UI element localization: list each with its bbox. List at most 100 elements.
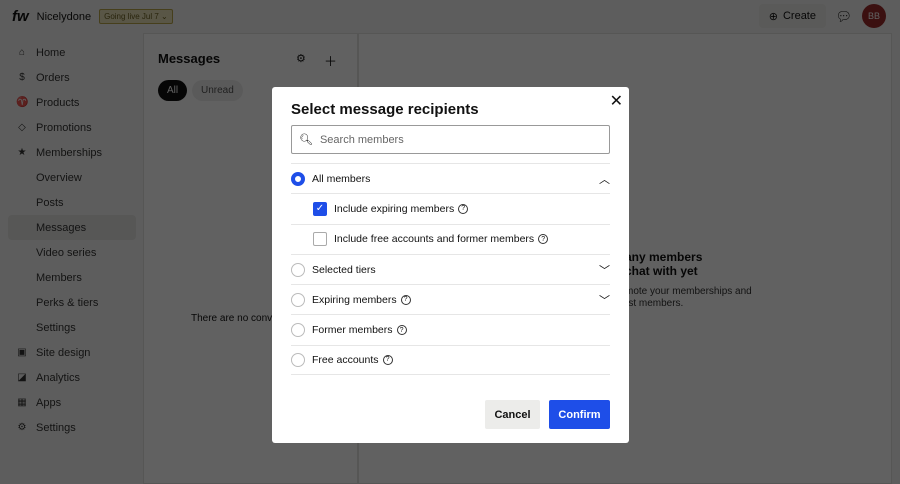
sidebar-item-label: Messages [36,221,87,234]
option-expiring[interactable]: Expiring members? ﹀ [291,284,610,314]
radio[interactable] [291,352,305,367]
launch-badge[interactable]: Going live Jul 7 ⌄ [99,9,173,24]
radio[interactable] [291,262,305,277]
nav-icon: ◇ [18,122,26,133]
dialog-title: Select message recipients [291,101,479,118]
sidebar-item-analytics[interactable]: ◪ Analytics [8,365,136,390]
option-label: Include expiring members [334,202,455,215]
sidebar-item-label: Perks & tiers [36,296,99,309]
sidebar-item-label: Home [36,46,66,59]
sidebar-item-members[interactable]: Members [8,265,136,290]
chevron-up-icon[interactable]: ︿ [599,171,610,187]
chat-icon[interactable]: 💬︎ [835,9,852,25]
cancel-button[interactable]: Cancel [485,400,540,429]
checkbox-checked[interactable]: ✓ [313,201,327,216]
sidebar-item-home[interactable]: ⌂ Home [8,40,136,65]
empty-text: There are no conve [191,313,278,324]
page-title: Messages [158,51,221,66]
radio[interactable] [291,292,305,307]
sidebar-item-site-design[interactable]: ▣ Site design [8,340,136,365]
sidebar-item-promotions[interactable]: ◇ Promotions [8,115,136,140]
sidebar-item-orders[interactable]: $ Orders [8,65,136,90]
empty-title-line: chat with yet [625,264,698,278]
empty-subtitle-line: mote your memberships and [625,286,752,297]
sidebar-item-label: Video series [36,246,97,259]
option-former[interactable]: Former members? [291,314,610,344]
sidebar-item-label: Promotions [36,121,92,134]
sidebar-item-messages[interactable]: Messages [8,215,136,240]
empty-title: any members chat with yet [625,250,702,278]
sidebar-item-label: Members [36,271,82,284]
confirm-button[interactable]: Confirm [549,400,610,429]
search-icon: 🔍︎ [299,134,313,146]
sidebar-item-label: Products [36,96,80,109]
nav-icon: ♈ [16,97,29,108]
sidebar-item-label: Analytics [36,371,81,384]
sidebar-item-label: Apps [36,396,62,409]
sidebar-item-settings[interactable]: Settings [8,315,136,340]
checkbox[interactable] [313,232,327,247]
radio-selected[interactable] [291,171,305,186]
sidebar-item-apps[interactable]: ▦ Apps [8,390,136,415]
close-icon[interactable]: ✕ [610,91,623,111]
sidebar-item-label: Orders [36,71,70,84]
sidebar-item-overview[interactable]: Overview [8,165,136,190]
nav-icon: ▦ [17,397,27,408]
option-label: Selected tiers [312,263,376,276]
sidebar-item-video-series[interactable]: Video series [8,240,136,265]
nav-icon: ★ [17,147,27,158]
avatar[interactable]: BB [862,4,886,28]
plus-icon[interactable]: ＋ [324,51,337,70]
help-icon[interactable]: ? [458,203,469,214]
sidebar-item-settings[interactable]: ⚙ Settings [8,415,136,440]
create-label: Create [782,10,816,22]
sidebar-item-label: Overview [36,171,82,184]
search-input[interactable] [319,133,609,146]
option-include-expiring[interactable]: ✓ Include expiring members? [291,193,610,223]
sidebar: ⌂ Home $ Orders ♈ Products ◇ Promotions ★ Members… [8,40,136,440]
sidebar-item-label: Site design [36,346,91,359]
help-icon[interactable]: ? [382,354,393,365]
gear-icon[interactable]: ⚙ [296,52,306,65]
option-free[interactable]: Free accounts? [291,344,610,376]
help-icon[interactable]: ? [400,294,411,305]
sidebar-item-perks-tiers[interactable]: Perks & tiers [8,290,136,315]
sidebar-item-label: Settings [36,321,76,334]
radio[interactable] [291,323,305,338]
create-button[interactable]: ⊕ Create [758,4,826,28]
chevron-down-icon[interactable]: ﹀ [599,292,610,308]
sidebar-item-label: Memberships [36,146,103,159]
tab-unread[interactable]: Unread [192,80,243,101]
top-bar: fw Nicelydone Going live Jul 7 ⌄ ⊕ Create… [0,0,900,33]
option-label: All members [312,172,371,185]
chevron-down-icon[interactable]: ﹀ [599,262,610,278]
sidebar-item-label: Settings [36,421,76,434]
tab-all[interactable]: All [158,80,188,101]
nav-icon: ▣ [17,347,27,358]
search-field[interactable]: 🔍︎ [291,125,610,154]
sidebar-item-posts[interactable]: Posts [8,190,136,215]
nav-icon: ⚙ [17,422,27,433]
option-label: Former members [312,324,393,337]
empty-subtitle-line: rst members. [625,298,684,309]
help-icon[interactable]: ? [538,234,549,245]
sidebar-item-products[interactable]: ♈ Products [8,90,136,115]
empty-title-line: any members [625,250,703,264]
option-label: Free accounts [312,353,379,366]
sidebar-item-memberships[interactable]: ★ Memberships [8,140,136,165]
option-label: Include free accounts and former members [334,233,535,246]
option-include-free[interactable]: Include free accounts and former members… [291,223,610,254]
chevron-down-icon: ⌄ [161,12,168,21]
nav-icon: ⌂ [18,47,26,58]
store-name[interactable]: Nicelydone [37,11,91,23]
sidebar-item-label: Posts [36,196,64,209]
nav-icon: $ [19,72,25,83]
help-icon[interactable]: ? [396,325,407,336]
option-selected-tiers[interactable]: Selected tiers ﹀ [291,253,610,284]
plus-circle-icon: ⊕ [768,10,778,23]
nav-icon: ◪ [17,372,27,383]
option-all-members[interactable]: All members ︿ [291,163,610,193]
launch-badge-label: Going live Jul 7 [104,12,159,21]
empty-subtitle: mote your memberships and rst members. [625,286,752,310]
select-recipients-dialog: Select message recipients ✕ 🔍︎ All membe… [272,87,629,443]
